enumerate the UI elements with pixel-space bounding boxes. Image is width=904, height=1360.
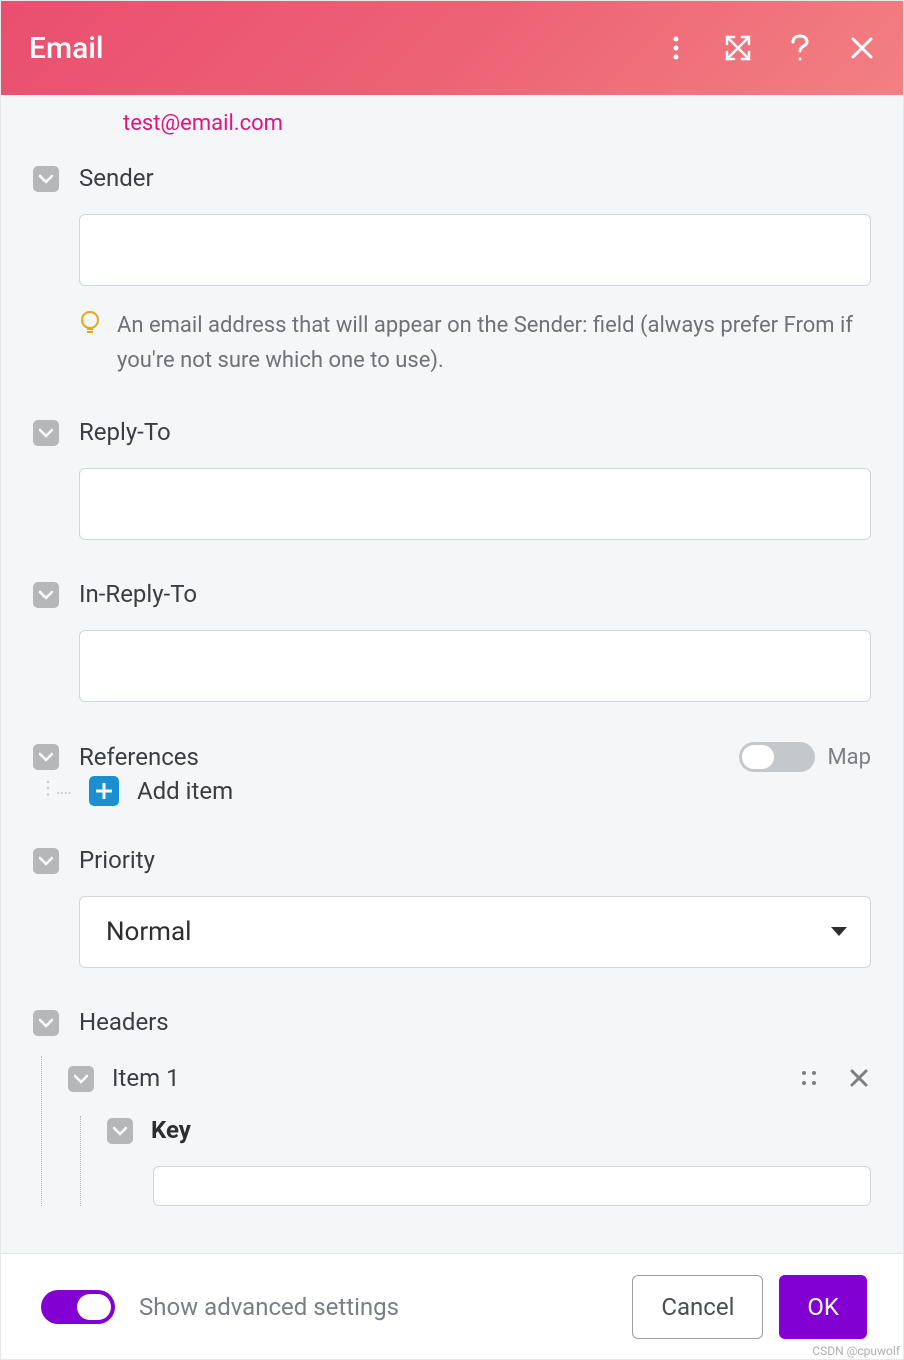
collapse-toggle[interactable] [33, 744, 59, 770]
priority-select[interactable]: Normal [79, 896, 871, 968]
kebab-menu-icon[interactable] [663, 35, 689, 61]
map-toggle[interactable] [739, 742, 815, 772]
collapse-toggle[interactable] [33, 1010, 59, 1036]
reply-to-input[interactable] [79, 468, 871, 540]
in-reply-to-label: In-Reply-To [79, 580, 871, 608]
chevron-down-icon [39, 174, 53, 184]
email-link[interactable]: test@email.com [123, 111, 283, 136]
ok-button[interactable]: OK [779, 1275, 867, 1339]
chevron-down-icon [39, 752, 53, 762]
tree-connector-icon: ⋮.... [39, 776, 71, 799]
header-actions [663, 35, 875, 61]
sender-field: Sender An email address that will appear… [33, 164, 871, 418]
expand-icon[interactable] [725, 35, 751, 61]
collapse-toggle[interactable] [33, 848, 59, 874]
plus-icon [96, 783, 112, 799]
caret-down-icon [830, 926, 848, 938]
header-key-label: Key [151, 1116, 191, 1144]
chevron-down-icon [74, 1074, 88, 1084]
sender-input[interactable] [79, 214, 871, 286]
map-toggle-wrap: Map [739, 742, 871, 772]
modal-footer: Show advanced settings Cancel OK [1, 1253, 903, 1359]
sender-hint: An email address that will appear on the… [117, 308, 871, 378]
priority-label: Priority [79, 846, 871, 874]
headers-tree: Item 1 Key [41, 1056, 871, 1206]
chevron-down-icon [39, 590, 53, 600]
header-item-title: Item 1 [112, 1064, 779, 1092]
modal-content: test@email.com Sender An email address t… [1, 95, 903, 1253]
sender-hint-row: An email address that will appear on the… [79, 308, 871, 378]
chevron-down-icon [39, 428, 53, 438]
lightbulb-icon [79, 310, 101, 378]
chevron-down-icon [39, 1018, 53, 1028]
collapse-toggle[interactable] [33, 582, 59, 608]
add-item-label: Add item [137, 777, 233, 805]
priority-value: Normal [106, 917, 191, 947]
collapse-toggle[interactable] [107, 1118, 133, 1144]
email-modal: Email test@email.com [0, 0, 904, 1360]
collapse-toggle[interactable] [33, 166, 59, 192]
in-reply-to-input[interactable] [79, 630, 871, 702]
prior-value-row: test@email.com [33, 95, 871, 164]
collapse-toggle[interactable] [33, 420, 59, 446]
chevron-down-icon [39, 856, 53, 866]
collapse-toggle[interactable] [68, 1066, 94, 1092]
header-item-body: Key [80, 1116, 871, 1206]
modal-title: Email [29, 31, 663, 66]
sender-label: Sender [79, 164, 871, 192]
modal-header: Email [1, 1, 903, 95]
help-icon[interactable] [787, 35, 813, 61]
map-label: Map [827, 745, 871, 770]
add-item-button[interactable] [89, 776, 119, 806]
reply-to-field: Reply-To [33, 418, 871, 580]
cancel-button[interactable]: Cancel [632, 1275, 763, 1339]
header-key-input[interactable] [153, 1166, 871, 1206]
headers-label: Headers [79, 1008, 871, 1036]
header-item-row: Item 1 [68, 1056, 871, 1092]
close-icon[interactable] [849, 35, 875, 61]
chevron-down-icon [113, 1126, 127, 1136]
advanced-settings-toggle[interactable] [41, 1290, 115, 1324]
remove-item-icon[interactable] [847, 1066, 871, 1090]
in-reply-to-field: In-Reply-To [33, 580, 871, 742]
reply-to-label: Reply-To [79, 418, 871, 446]
add-item-row: ⋮.... Add item [33, 776, 871, 806]
headers-field: Headers Item 1 [33, 1008, 871, 1206]
drag-handle-icon[interactable] [797, 1066, 821, 1090]
references-label: References [79, 743, 199, 771]
advanced-settings-label: Show advanced settings [139, 1293, 632, 1321]
priority-field: Priority Normal [33, 846, 871, 1008]
references-field: References Map ⋮.... Add item [33, 742, 871, 846]
